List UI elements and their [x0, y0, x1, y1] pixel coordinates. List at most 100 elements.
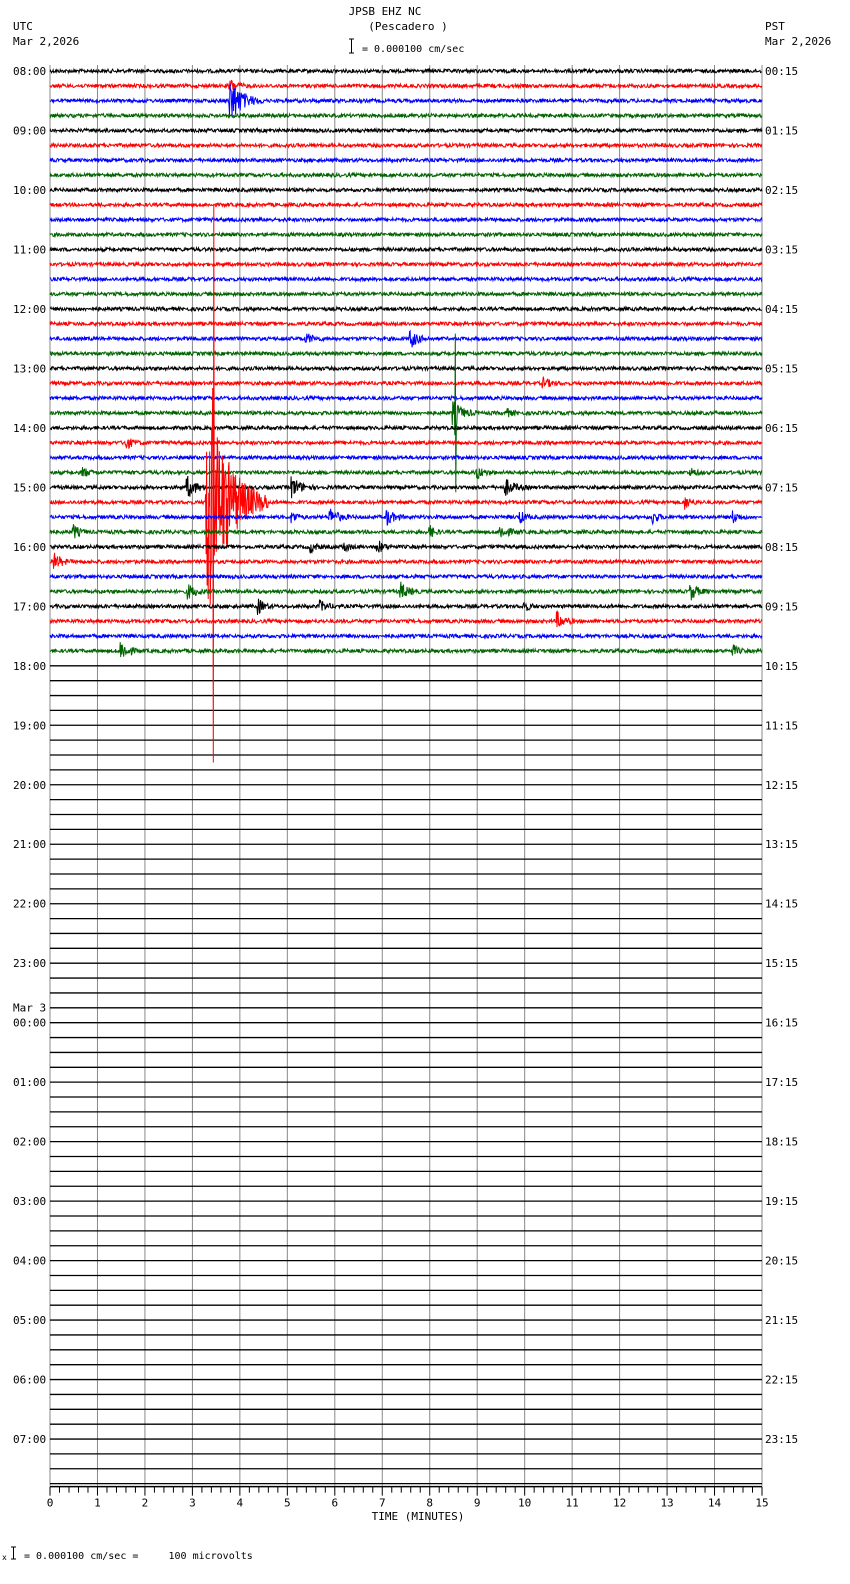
footer-scale-bar-icon [11, 1546, 16, 1560]
x-tick-label: 2 [142, 1497, 149, 1510]
utc-hour-label: 12:00 [13, 303, 46, 316]
x-tick-label: 10 [518, 1497, 531, 1510]
station-subtitle: (Pescadero ) [368, 20, 447, 33]
seismic-trace [49, 290, 763, 298]
pst-hour-label: 13:15 [765, 838, 798, 851]
seismic-trace [49, 305, 762, 313]
seismic-trace [49, 230, 763, 239]
station-title: JPSB EHZ NC [349, 5, 422, 18]
pst-hour-label: 05:15 [765, 362, 798, 375]
utc-hour-label: 08:00 [13, 65, 46, 78]
x-tick-label: 0 [47, 1497, 54, 1510]
utc-hour-label: 16:00 [13, 541, 46, 554]
utc-hour-label: 10:00 [13, 184, 46, 197]
pst-hour-label: 11:15 [765, 719, 798, 732]
seismic-trace [49, 260, 763, 269]
x-tick-label: 5 [284, 1497, 291, 1510]
pst-hour-label: 08:15 [765, 541, 798, 554]
x-tick-label: 14 [708, 1497, 722, 1510]
seismic-trace [49, 376, 763, 389]
seismic-trace [49, 245, 763, 253]
x-tick-label: 6 [331, 1497, 338, 1510]
seismic-trace [49, 524, 763, 539]
utc-hour-label: 15:00 [13, 481, 46, 494]
seismic-trace [49, 424, 763, 432]
seismic-trace [49, 79, 763, 91]
seismic-trace [49, 364, 763, 373]
pst-hour-label: 04:15 [765, 303, 798, 316]
x-axis-label: TIME (MINUTES) [372, 1510, 465, 1523]
helicorder-plot: JPSB EHZ NC (Pescadero ) UTC Mar 2,2026 … [2, 5, 831, 1562]
utc-hour-label: 09:00 [13, 124, 46, 137]
utc-hour-label: 07:00 [13, 1433, 46, 1446]
utc-hour-label: 00:00 [13, 1017, 46, 1030]
x-tick-label: 11 [566, 1497, 579, 1510]
seismic-trace [49, 171, 763, 179]
pst-hour-label: 17:15 [765, 1076, 798, 1089]
utc-hour-label: 02:00 [13, 1136, 46, 1149]
utc-hour-label: 14:00 [13, 422, 46, 435]
pst-hour-label: 12:15 [765, 779, 798, 792]
pst-hour-label: 15:15 [765, 957, 798, 970]
pst-hour-label: 18:15 [765, 1136, 798, 1149]
right-date: Mar 2,2026 [765, 35, 831, 48]
seismic-trace [49, 320, 763, 328]
seismic-trace [49, 156, 763, 164]
utc-hour-label: 21:00 [13, 838, 46, 851]
seismic-trace [49, 275, 763, 283]
seismic-trace [49, 572, 763, 581]
seismic-trace [49, 333, 763, 493]
utc-hour-label: 20:00 [13, 779, 46, 792]
seismic-trace [49, 67, 762, 75]
date-change-label: Mar 3 [13, 1002, 46, 1015]
pst-hour-label: 10:15 [765, 660, 798, 673]
footer-marker: x [2, 1553, 7, 1562]
pst-hour-label: 09:15 [765, 600, 798, 613]
scale-bar-icon [349, 38, 354, 54]
seismic-trace [49, 610, 763, 628]
pst-hour-label: 20:15 [765, 1255, 798, 1268]
seismic-trace [49, 475, 763, 499]
seismic-trace [49, 216, 763, 224]
left-date: Mar 2,2026 [13, 35, 79, 48]
x-tick-label: 8 [426, 1497, 433, 1510]
seismic-trace [49, 598, 763, 615]
seismic-trace [49, 508, 763, 526]
seismic-trace [49, 186, 763, 194]
seismic-trace [49, 632, 763, 640]
x-tick-label: 15 [755, 1497, 768, 1510]
seismic-trace [49, 83, 763, 116]
scale-label: = 0.000100 cm/sec [362, 44, 464, 55]
pst-hour-label: 19:15 [765, 1195, 798, 1208]
utc-hour-label: 22:00 [13, 898, 46, 911]
utc-hour-label: 05:00 [13, 1314, 46, 1327]
utc-hour-label: 06:00 [13, 1374, 46, 1387]
x-tick-label: 7 [379, 1497, 386, 1510]
seismic-trace [49, 201, 763, 209]
utc-hour-label: 01:00 [13, 1076, 46, 1089]
seismic-trace [49, 349, 763, 358]
utc-hour-label: 19:00 [13, 719, 46, 732]
seismic-trace [49, 204, 763, 763]
utc-hour-label: 03:00 [13, 1195, 46, 1208]
utc-hour-label: 13:00 [13, 362, 46, 375]
pst-hour-label: 22:15 [765, 1374, 798, 1387]
seismic-trace [50, 453, 763, 462]
seismic-trace [49, 642, 763, 658]
utc-hour-label: 18:00 [13, 660, 46, 673]
utc-hour-label: 04:00 [13, 1255, 46, 1268]
x-axis: 0 1 2 3 4 5 6 7 8 9 10 11 12 13 14 15 [47, 1485, 769, 1510]
pst-hour-label: 21:15 [765, 1314, 798, 1327]
seismic-trace [49, 438, 763, 449]
pst-hour-label: 00:15 [765, 65, 798, 78]
footer-scale-label: = 0.000100 cm/sec = 100 microvolts [24, 1551, 253, 1562]
right-timezone: PST [765, 20, 785, 33]
seismic-trace [49, 581, 763, 601]
pst-hour-label: 06:15 [765, 422, 798, 435]
seismic-trace [49, 111, 763, 120]
pst-hour-label: 03:15 [765, 243, 798, 256]
x-tick-label: 12 [613, 1497, 626, 1510]
utc-hour-label: 17:00 [13, 600, 46, 613]
left-timezone: UTC [13, 20, 33, 33]
x-tick-label: 9 [474, 1497, 481, 1510]
